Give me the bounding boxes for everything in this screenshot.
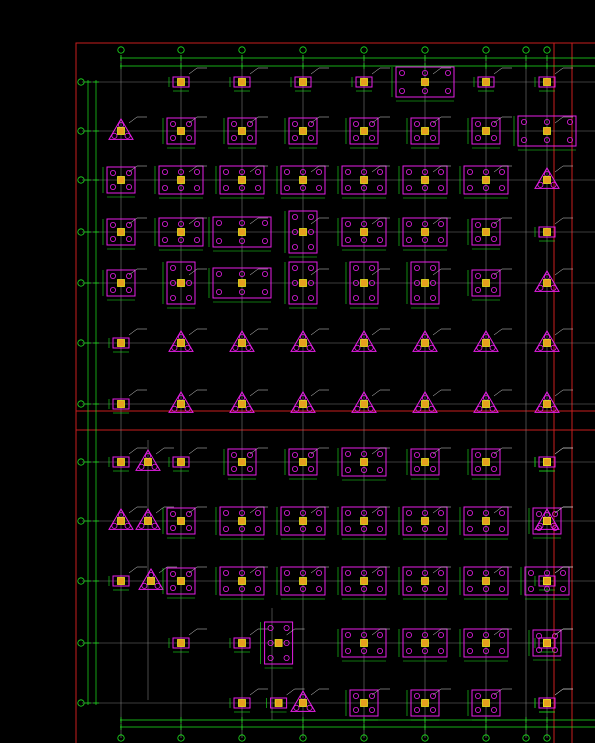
column-stub <box>117 127 125 135</box>
foundation-plan-drawing <box>0 0 595 743</box>
column-stub <box>360 176 368 184</box>
column-stub <box>117 458 125 466</box>
column-stub <box>421 458 429 466</box>
column-stub <box>360 127 368 135</box>
column-stub <box>360 400 368 408</box>
column-stub <box>421 400 429 408</box>
column-stub <box>543 517 551 525</box>
column-stub <box>482 400 490 408</box>
column-stub <box>482 458 490 466</box>
column-stub <box>421 78 429 86</box>
column-stub <box>360 458 368 466</box>
column-stub <box>543 339 551 347</box>
column-stub <box>482 279 490 287</box>
column-stub <box>482 517 490 525</box>
column-stub <box>299 577 307 585</box>
column-stub <box>117 176 125 184</box>
column-stub <box>177 228 185 236</box>
column-stub <box>360 78 368 86</box>
column-stub <box>299 176 307 184</box>
column-stub <box>543 577 551 585</box>
column-stub <box>238 639 246 647</box>
column-stub <box>177 339 185 347</box>
column-stub <box>543 127 551 135</box>
column-stub <box>360 228 368 236</box>
column-stub <box>299 400 307 408</box>
column-stub <box>117 400 125 408</box>
column-stub <box>238 699 246 707</box>
column-stub <box>117 228 125 236</box>
column-stub <box>299 228 307 236</box>
column-stub <box>482 228 490 236</box>
column-stub <box>421 176 429 184</box>
column-stub <box>299 517 307 525</box>
column-stub <box>238 458 246 466</box>
drawing-background <box>0 0 595 743</box>
column-stub <box>299 78 307 86</box>
column-stub <box>482 577 490 585</box>
column-stub <box>177 400 185 408</box>
column-stub <box>421 279 429 287</box>
column-stub <box>177 176 185 184</box>
column-stub <box>144 517 152 525</box>
column-stub <box>543 279 551 287</box>
column-stub <box>238 339 246 347</box>
column-stub <box>144 458 152 466</box>
column-stub <box>238 78 246 86</box>
column-stub <box>299 127 307 135</box>
column-stub <box>421 127 429 135</box>
column-stub <box>117 577 125 585</box>
column-stub <box>177 639 185 647</box>
column-stub <box>360 639 368 647</box>
column-stub <box>543 400 551 408</box>
column-stub <box>482 78 490 86</box>
column-stub <box>482 699 490 707</box>
column-stub <box>177 517 185 525</box>
column-stub <box>274 699 283 707</box>
column-stub <box>543 228 551 236</box>
column-stub <box>360 339 368 347</box>
column-stub <box>543 78 551 86</box>
column-stub <box>177 127 185 135</box>
column-stub <box>299 458 307 466</box>
column-stub <box>360 279 368 287</box>
column-stub <box>421 339 429 347</box>
column-stub <box>147 577 155 585</box>
column-stub <box>117 517 125 525</box>
column-stub <box>543 458 551 466</box>
column-stub <box>238 577 246 585</box>
column-stub <box>482 127 490 135</box>
column-stub <box>543 699 551 707</box>
column-stub <box>360 517 368 525</box>
column-stub <box>238 517 246 525</box>
column-stub <box>360 577 368 585</box>
column-stub <box>543 176 551 184</box>
column-stub <box>238 176 246 184</box>
column-stub <box>299 699 307 707</box>
column-stub <box>238 228 246 236</box>
column-stub <box>238 279 246 287</box>
column-stub <box>238 400 246 408</box>
column-stub <box>117 279 125 287</box>
column-stub <box>299 279 307 287</box>
column-stub <box>421 228 429 236</box>
column-stub <box>360 699 368 707</box>
column-stub <box>482 639 490 647</box>
column-stub <box>543 639 551 647</box>
column-stub <box>177 458 185 466</box>
column-stub <box>238 127 246 135</box>
column-stub <box>177 279 185 287</box>
column-stub <box>299 339 307 347</box>
column-stub <box>482 176 490 184</box>
column-stub <box>177 78 185 86</box>
column-stub <box>421 577 429 585</box>
column-stub <box>482 339 490 347</box>
column-stub <box>274 639 283 647</box>
column-stub <box>177 577 185 585</box>
column-stub <box>117 339 125 347</box>
column-stub <box>421 639 429 647</box>
column-stub <box>421 699 429 707</box>
column-stub <box>421 517 429 525</box>
